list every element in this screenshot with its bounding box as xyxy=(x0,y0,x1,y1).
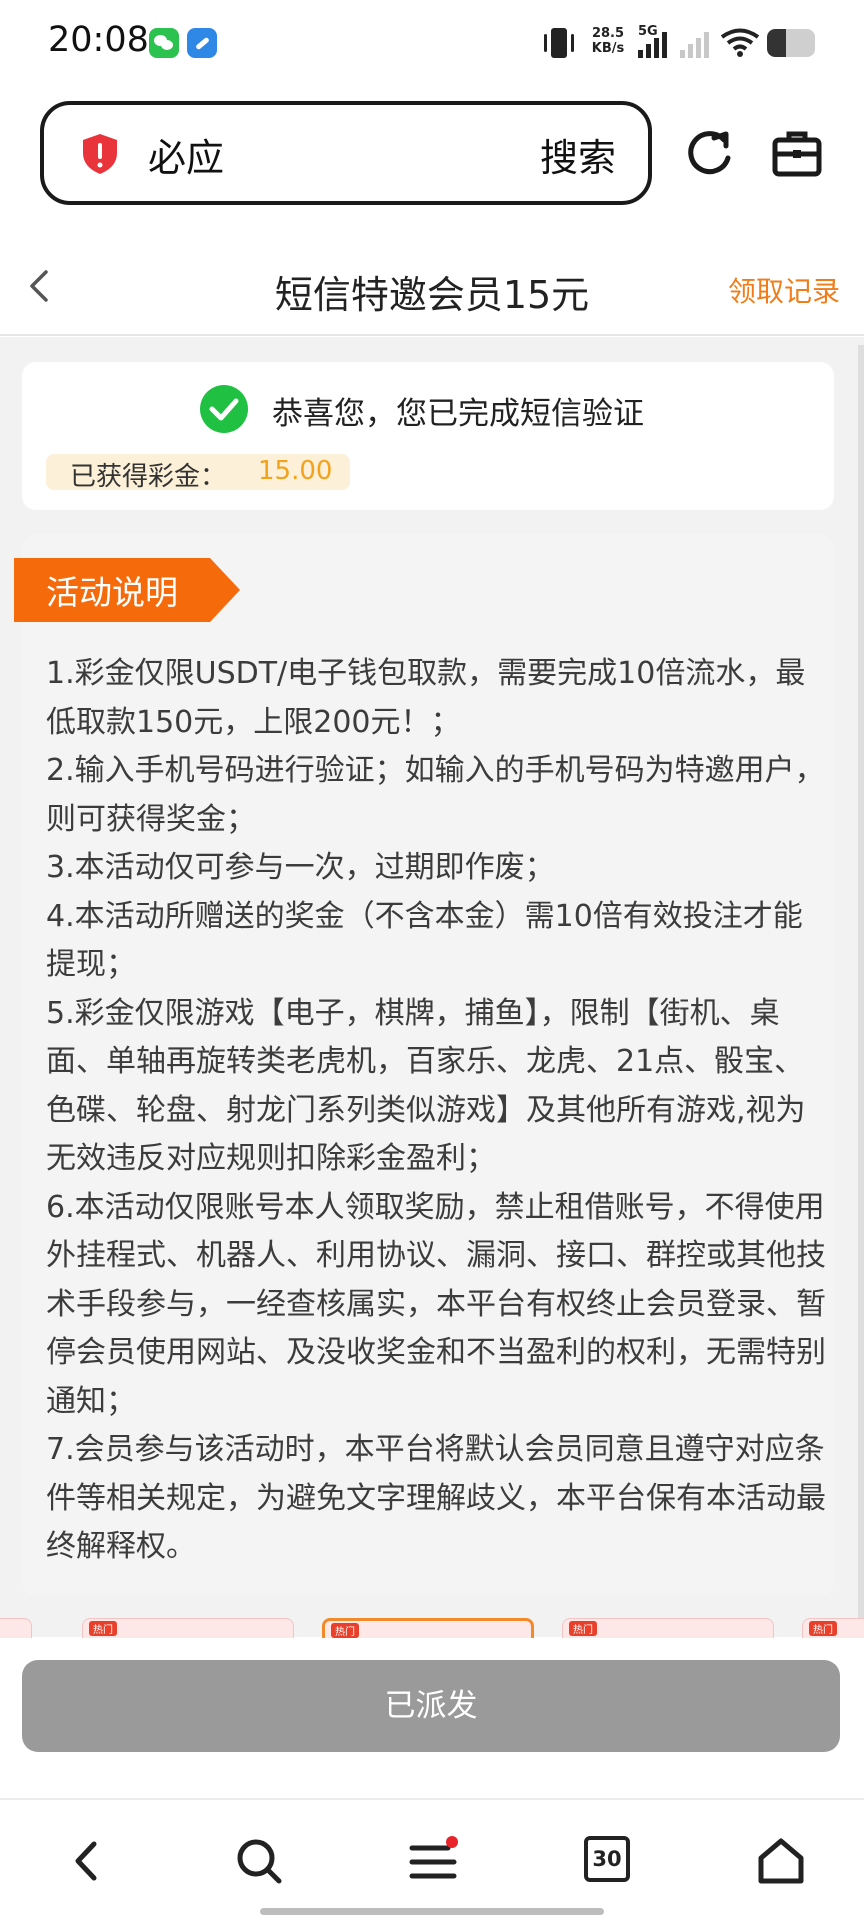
hot-badge: 热门 xyxy=(809,1621,837,1636)
thumbnail-card[interactable]: 热门 xyxy=(82,1618,294,1638)
thumbnail-card[interactable] xyxy=(0,1618,32,1638)
battery-icon xyxy=(767,29,815,57)
bonus-value: 15.00 xyxy=(258,456,333,486)
rules-tag-title: 活动说明 xyxy=(46,573,178,612)
scrollbar[interactable] xyxy=(858,345,864,1635)
menu-icon[interactable] xyxy=(408,1836,458,1886)
search-button[interactable]: 搜索 xyxy=(540,127,616,182)
search-bar[interactable]: 必应 搜索 xyxy=(40,101,652,205)
shield-icon xyxy=(83,134,117,174)
bottom-nav xyxy=(0,1802,864,1920)
toolbox-icon[interactable] xyxy=(771,128,823,180)
rule-item: 2.输入手机号码进行验证；如输入的手机号码为特邀用户，则可获得奖金； xyxy=(46,753,825,837)
rule-item: 3.本活动仅可参与一次，过期即作废； xyxy=(46,850,555,885)
signal-icon xyxy=(638,32,667,58)
home-icon[interactable] xyxy=(756,1836,806,1886)
page-header: 短信特邀会员15元 领取记录 xyxy=(0,240,864,336)
verification-message: 恭喜您，您已完成短信验证 xyxy=(272,396,644,432)
dispatched-button[interactable]: 已派发 xyxy=(22,1660,840,1752)
hot-badge: 热门 xyxy=(89,1621,117,1636)
rule-item: 5.彩金仅限游戏【电子，棋牌，捕鱼】，限制【街机、桌面、单轴再旋转类老虎机，百家… xyxy=(46,995,806,1177)
search-input[interactable]: 必应 xyxy=(148,127,224,182)
rule-item: 7.会员参与该活动时，本平台将默认会员同意且遵守对应条件等相关规定，为避免文字理… xyxy=(46,1432,826,1564)
net-speed: 28.5 KB/s xyxy=(588,26,628,56)
net-speed-unit: KB/s xyxy=(591,41,625,56)
reload-icon[interactable] xyxy=(684,128,736,180)
records-link[interactable]: 领取记录 xyxy=(728,270,840,310)
battery-level xyxy=(767,29,787,57)
wechat-icon xyxy=(149,28,179,58)
wifi-icon xyxy=(720,28,760,57)
status-time: 20:08 xyxy=(48,20,149,60)
signal-secondary-icon xyxy=(680,32,709,58)
rules-list: 1.彩金仅限USDT/电子钱包取款，需要完成10倍流水，最低取款150元，上限2… xyxy=(46,650,826,1572)
back-icon[interactable] xyxy=(62,1836,112,1886)
search-icon[interactable] xyxy=(234,1836,284,1886)
hot-badge: 热门 xyxy=(569,1621,597,1636)
rule-item: 1.彩金仅限USDT/电子钱包取款，需要完成10倍流水，最低取款150元，上限2… xyxy=(46,656,806,740)
vibrate-icon xyxy=(544,28,574,58)
verification-card: 恭喜您，您已完成短信验证 已获得彩金： 15.00 xyxy=(22,362,834,510)
rule-item: 6.本活动仅限账号本人领取奖励，禁止租借账号，不得使用外挂程式、机器人、利用协议… xyxy=(46,1189,826,1419)
app-notification-icon xyxy=(187,28,217,58)
net-speed-value: 28.5 xyxy=(591,26,625,41)
thumbnail-card[interactable]: 热门 xyxy=(802,1618,864,1638)
bonus-label: 已获得彩金： xyxy=(70,462,227,492)
thumbnail-card-selected[interactable]: 热门 xyxy=(322,1618,534,1638)
check-circle-icon xyxy=(200,385,248,433)
thumbnail-strip: 热门 热门 热门 热门 xyxy=(0,1612,864,1638)
hot-badge: 热门 xyxy=(331,1623,359,1638)
tabs-icon[interactable]: 30 xyxy=(584,1836,630,1882)
thumbnail-card[interactable]: 热门 xyxy=(562,1618,774,1638)
status-bar: 20:08 28.5 KB/s 5G xyxy=(0,0,864,86)
home-indicator[interactable] xyxy=(260,1908,604,1915)
bonus-badge: 已获得彩金： 15.00 xyxy=(46,454,350,492)
rule-item: 4.本活动所赠送的奖金（不含本金）需10倍有效投注才能提现； xyxy=(46,898,803,983)
